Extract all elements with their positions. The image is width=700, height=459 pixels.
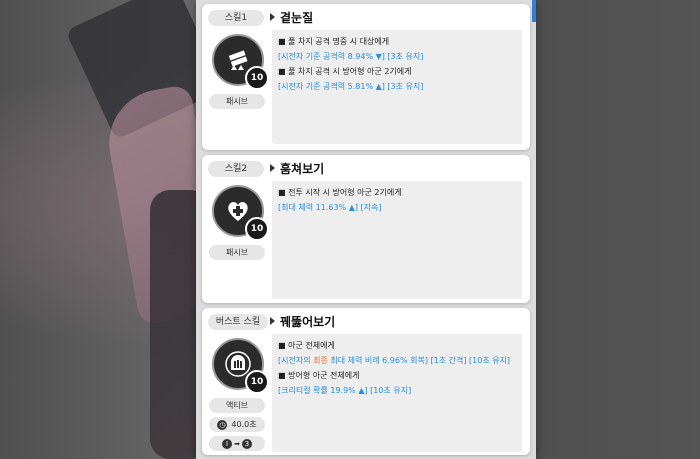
desc-line: ■ 풀 차지 공격 명중 시 대상에게	[278, 37, 390, 46]
clock-icon: ◷	[217, 419, 228, 430]
desc-fragment: 최대 체력 비례 6.96% 회복] [1초 간격] [10초 유지]	[327, 356, 511, 365]
cooldown-badge: ◷ 40.0초	[209, 417, 265, 432]
desc-line: ■ 풀 차지 공격 시 방어형 아군 2기에게	[278, 67, 412, 76]
desc-line: [시전자 기준 공격력 8.94% ▼] [3초 유지]	[278, 52, 424, 61]
panel-accent-edge	[532, 0, 536, 22]
skill-level-badge: 10	[245, 217, 269, 241]
skill-card-1: 스킬1 곁눈질 10 패시브 ■ 풀 차지 공격 명중 시 대상에게 [시전자 …	[202, 4, 530, 150]
arrow-right-icon: ➡	[234, 439, 240, 448]
cooldown-value: 40.0초	[231, 420, 257, 429]
triangle-right-icon	[270, 164, 275, 172]
burst-from-icon: I	[222, 438, 233, 449]
skill-type-badge: 액티브	[209, 398, 265, 413]
desc-line: ■ 아군 전체에게	[278, 341, 335, 350]
skill-name: 곁눈질	[280, 11, 314, 25]
skill-name: 훔쳐보기	[280, 162, 325, 176]
burst-stage-badge: I ➡ 3	[209, 436, 265, 451]
desc-line: [크리티컬 확률 19.9% ▲] [10초 유지]	[278, 386, 412, 395]
skill-name: 꿰뚫어보기	[280, 315, 336, 329]
burst-to-icon: 3	[241, 438, 252, 449]
burst-skill-card: 버스트 스킬 꿰뚫어보기 10 액티브 ◷ 40.0초 I ➡ 3 ■ 아군 전…	[202, 308, 530, 455]
triangle-right-icon	[270, 13, 275, 21]
skill-level-badge: 10	[245, 66, 269, 90]
skill-tag: 스킬1	[208, 10, 264, 26]
skill-description: ■ 풀 차지 공격 명중 시 대상에게 [시전자 기준 공격력 8.94% ▼]…	[272, 30, 522, 144]
desc-line: ■ 방어형 아군 전체에게	[278, 371, 360, 380]
desc-line: ■ 전투 시작 시 방어형 아군 2기에게	[278, 188, 402, 197]
skill-level-badge: 10	[245, 370, 269, 394]
triangle-right-icon	[270, 317, 275, 325]
desc-fragment: [시전자의	[278, 356, 314, 365]
skill-tag: 버스트 스킬	[208, 314, 268, 330]
desc-line: [최대 체력 11.63% ▲] [지속]	[278, 203, 382, 212]
skill-card-2: 스킬2 훔쳐보기 10 패시브 ■ 전투 시작 시 방어형 아군 2기에게 [최…	[202, 155, 530, 303]
skill-tag: 스킬2	[208, 161, 264, 177]
skill-type-badge: 패시브	[209, 245, 265, 260]
skill-type-badge: 패시브	[209, 94, 265, 109]
skill-description: ■ 아군 전체에게 [시전자의 최종 최대 체력 비례 6.96% 회복] [1…	[272, 334, 522, 452]
skill-description: ■ 전투 시작 시 방어형 아군 2기에게 [최대 체력 11.63% ▲] […	[272, 181, 522, 299]
desc-fragment-highlight: 최종	[313, 356, 328, 365]
desc-line: [시전자의 최종 최대 체력 비례 6.96% 회복] [1초 간격] [10초…	[278, 353, 516, 368]
desc-line: [시전자 기준 공격력 5.81% ▲] [3초 유지]	[278, 82, 424, 91]
